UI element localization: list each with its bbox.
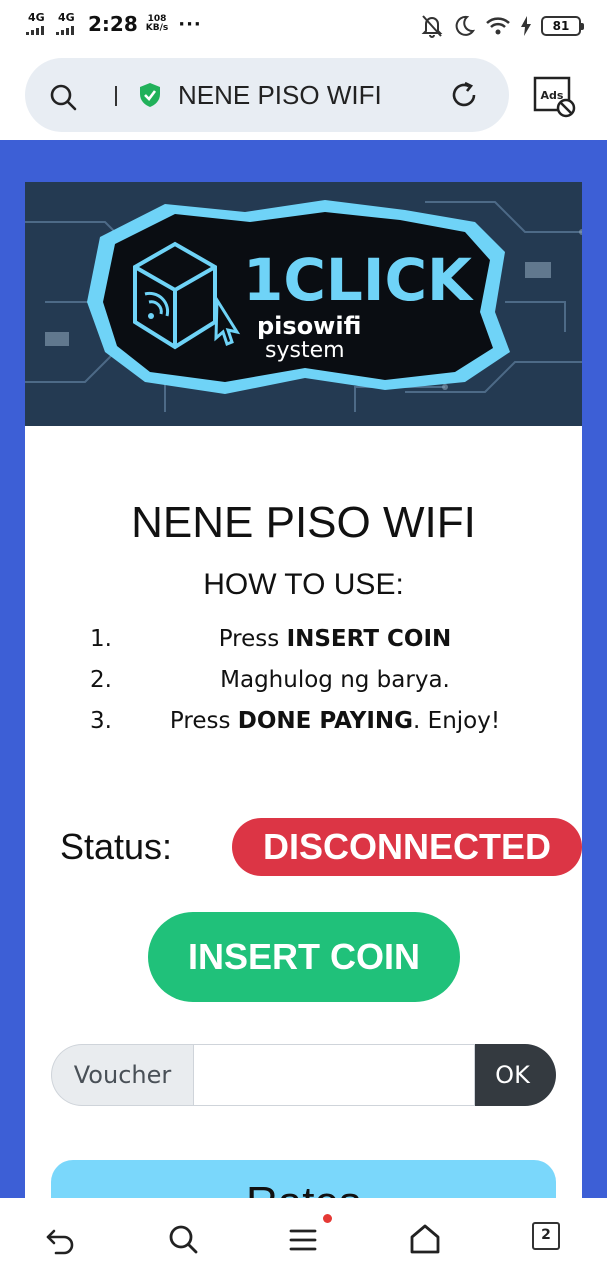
rates-panel: Rates bbox=[51, 1160, 556, 1198]
system-status-bar: 4G 4G 2:28 108 KB/s ··· 81 bbox=[0, 0, 607, 52]
charging-bolt-icon bbox=[521, 16, 531, 36]
logo-system-text: system bbox=[265, 338, 345, 363]
notifications-muted-icon bbox=[421, 15, 443, 38]
portal-card: 1CLICK pisowifi system NENE PISO WIFI HO… bbox=[25, 182, 582, 1198]
rates-title: Rates bbox=[51, 1178, 556, 1198]
step-number: 3. bbox=[90, 708, 112, 734]
step-text-plain: . Enjoy! bbox=[413, 708, 501, 734]
step-text-bold: INSERT COIN bbox=[286, 626, 452, 652]
tabs-button[interactable]: 2 bbox=[532, 1222, 566, 1256]
menu-button[interactable] bbox=[287, 1214, 332, 1256]
speed-unit: KB/s bbox=[145, 23, 169, 33]
step-text: Press INSERT COIN bbox=[125, 626, 545, 652]
step-number: 2. bbox=[90, 667, 112, 693]
reload-icon[interactable] bbox=[449, 80, 479, 110]
connection-status: Status: DISCONNECTED bbox=[60, 818, 582, 878]
back-button[interactable] bbox=[44, 1222, 78, 1256]
menu-icon bbox=[289, 1229, 317, 1251]
instruction-step: 3. Press DONE PAYING. Enjoy! bbox=[25, 708, 582, 744]
step-text-plain: Press bbox=[218, 626, 287, 652]
network-indicator-1: 4G bbox=[26, 12, 48, 36]
back-arrow-icon bbox=[46, 1229, 74, 1255]
captive-portal-page: 1CLICK pisowifi system NENE PISO WIFI HO… bbox=[0, 140, 607, 1198]
step-number: 1. bbox=[90, 626, 112, 652]
page-title: NENE PISO WIFI bbox=[131, 498, 476, 547]
step-text: Press DONE PAYING. Enjoy! bbox=[125, 708, 545, 734]
network-indicator-2: 4G bbox=[56, 12, 78, 36]
instruction-step: 1. Press INSERT COIN bbox=[25, 626, 582, 662]
status-badge: DISCONNECTED bbox=[232, 818, 582, 876]
voucher-label: Voucher bbox=[51, 1044, 193, 1106]
search-button[interactable] bbox=[166, 1222, 200, 1256]
menu-notification-dot-icon bbox=[323, 1214, 332, 1223]
secure-shield-icon[interactable] bbox=[138, 82, 162, 108]
network-speed: 108 KB/s bbox=[146, 15, 168, 33]
home-icon bbox=[410, 1224, 440, 1254]
step-text-plain: Maghulog ng barya. bbox=[220, 667, 450, 693]
url-text[interactable]: NENE PISO WIFI bbox=[178, 80, 382, 111]
ad-block-button[interactable]: Ads bbox=[533, 74, 577, 118]
step-text-bold: DONE PAYING bbox=[237, 708, 414, 734]
ads-label: Ads bbox=[541, 89, 564, 102]
banner-artwork: 1CLICK pisowifi system bbox=[25, 182, 582, 426]
address-divider bbox=[115, 86, 117, 106]
step-text: Maghulog ng barya. bbox=[125, 667, 545, 693]
logo-pisowifi-text: pisowifi bbox=[257, 312, 361, 340]
voucher-form: Voucher OK bbox=[51, 1044, 556, 1106]
voucher-ok-button[interactable]: OK bbox=[475, 1044, 556, 1106]
do-not-disturb-moon-icon bbox=[455, 15, 475, 36]
instruction-step: 2. Maghulog ng barya. bbox=[25, 667, 582, 703]
ad-block-icon: Ads bbox=[533, 76, 576, 118]
browser-bottom-nav: 2 bbox=[0, 1198, 607, 1280]
home-button[interactable] bbox=[408, 1222, 442, 1256]
how-to-use-heading: HOW TO USE: bbox=[203, 568, 404, 601]
brand-banner: 1CLICK pisowifi system bbox=[25, 182, 582, 426]
status-label: Status: bbox=[60, 826, 173, 867]
search-icon[interactable] bbox=[49, 83, 77, 111]
insert-coin-button[interactable]: INSERT COIN bbox=[148, 912, 460, 1002]
signal-icon bbox=[26, 26, 44, 35]
step-text-plain: Press bbox=[169, 708, 238, 734]
network-type-label: 4G bbox=[58, 11, 75, 24]
network-type-label: 4G bbox=[28, 11, 45, 24]
search-icon bbox=[169, 1225, 198, 1254]
more-notifications-icon: ··· bbox=[178, 13, 202, 35]
signal-icon bbox=[56, 26, 74, 35]
tabs-count-icon: 2 bbox=[532, 1222, 560, 1250]
browser-toolbar: NENE PISO WIFI Ads bbox=[0, 52, 607, 140]
voucher-input[interactable] bbox=[193, 1044, 475, 1106]
clock: 2:28 bbox=[88, 12, 138, 36]
wifi-icon bbox=[486, 17, 510, 35]
logo-1click-text: 1CLICK bbox=[243, 246, 474, 314]
battery-indicator: 81 bbox=[541, 16, 584, 36]
address-bar[interactable]: NENE PISO WIFI bbox=[25, 58, 509, 132]
